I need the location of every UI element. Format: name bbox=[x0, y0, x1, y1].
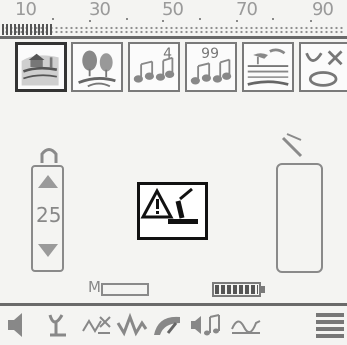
menu-tone-volume[interactable] bbox=[190, 309, 222, 341]
sensitivity-value: 25 bbox=[36, 203, 62, 227]
menu-sensitivity-gauge[interactable] bbox=[152, 309, 184, 341]
menu-icon bbox=[316, 313, 344, 338]
coil-warning bbox=[137, 182, 208, 240]
pinpoint-icon bbox=[281, 133, 303, 158]
scale-dot-track bbox=[4, 26, 343, 34]
menu-volume[interactable] bbox=[4, 309, 36, 341]
volume-icon bbox=[8, 313, 22, 337]
sensitivity-up-button[interactable] bbox=[38, 175, 58, 189]
mode-99-badge: 99 bbox=[201, 46, 219, 62]
memory-bar bbox=[101, 283, 149, 296]
frequency-icon bbox=[116, 312, 148, 337]
scale-level-bar bbox=[2, 24, 53, 35]
menu-iron-discrimination[interactable] bbox=[44, 309, 76, 341]
mode-99-tones[interactable]: 99 bbox=[185, 42, 237, 92]
memory-label: M bbox=[88, 278, 101, 296]
coil-warning-icon bbox=[140, 187, 198, 224]
pinpoint-indicator bbox=[276, 163, 323, 273]
park-icon bbox=[21, 53, 59, 86]
gold-icon bbox=[305, 50, 343, 87]
menu-list[interactable] bbox=[314, 309, 346, 341]
mode-beach[interactable] bbox=[242, 42, 294, 92]
mode-4-badge: 4 bbox=[163, 46, 172, 62]
mode-gold[interactable] bbox=[299, 42, 347, 92]
lock-icon bbox=[40, 148, 58, 163]
battery-tip bbox=[261, 286, 265, 293]
mode-strip: 4 99 bbox=[15, 42, 347, 94]
menu-ground-balance[interactable] bbox=[80, 309, 112, 341]
bottom-divider bbox=[0, 303, 347, 306]
mode-field[interactable] bbox=[71, 42, 123, 92]
menu-frequency[interactable] bbox=[116, 309, 148, 341]
beach-icon bbox=[247, 48, 289, 86]
mode-4-tones[interactable]: 4 bbox=[128, 42, 180, 92]
tone-volume-icon bbox=[191, 314, 220, 336]
field-icon bbox=[78, 50, 116, 88]
sensitivity-gauge-icon bbox=[154, 316, 180, 335]
battery-level-fill bbox=[215, 285, 258, 294]
menu-threshold[interactable] bbox=[230, 309, 262, 341]
sensitivity-down-button[interactable] bbox=[38, 244, 58, 258]
threshold-icon bbox=[231, 320, 261, 334]
ground-balance-icon bbox=[82, 316, 111, 334]
iron-discrimination-icon bbox=[48, 314, 66, 337]
mode-park[interactable] bbox=[15, 42, 67, 92]
battery-indicator bbox=[212, 282, 261, 297]
top-divider bbox=[0, 36, 347, 39]
